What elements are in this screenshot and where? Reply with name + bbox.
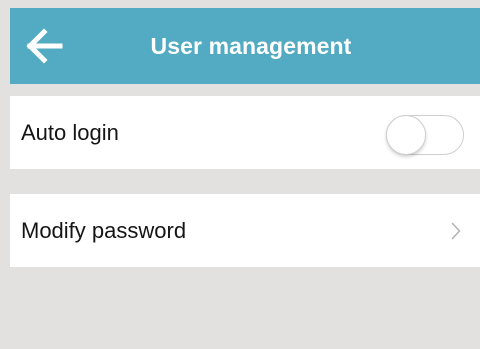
- toggle-knob: [386, 115, 426, 155]
- back-button[interactable]: [26, 28, 66, 64]
- auto-login-label: Auto login: [21, 120, 119, 145]
- settings-page: User management Auto login Modify passwo…: [10, 8, 480, 349]
- auto-login-toggle[interactable]: [386, 115, 464, 155]
- page-title: User management: [150, 33, 352, 59]
- arrow-left-icon: [26, 28, 63, 64]
- chevron-right-icon: [451, 222, 461, 240]
- app-header: User management: [10, 8, 480, 84]
- auto-login-row[interactable]: Auto login: [10, 96, 480, 169]
- modify-password-label: Modify password: [21, 218, 187, 243]
- modify-password-row[interactable]: Modify password: [10, 194, 480, 267]
